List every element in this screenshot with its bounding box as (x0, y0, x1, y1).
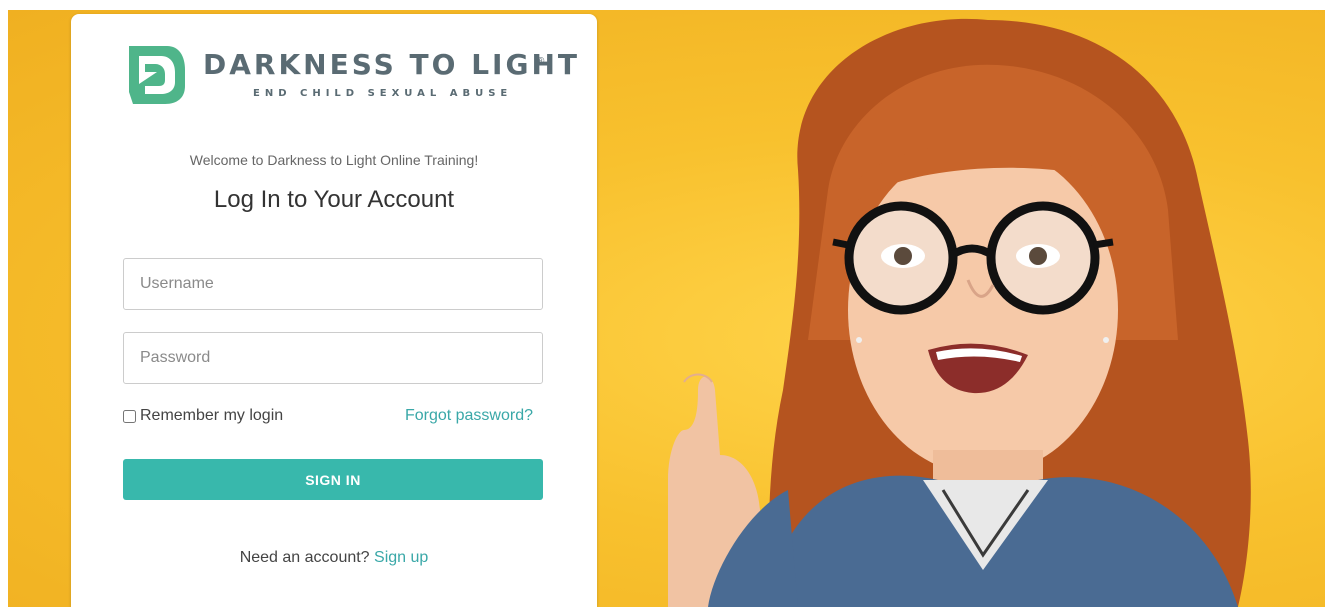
logo-tagline: END CHILD SEXUAL ABUSE (253, 88, 513, 99)
forgot-password-link[interactable]: Forgot password? (405, 407, 533, 425)
darkness-to-light-logo[interactable]: DARKNESS TO LIGHT ® END CHILD SEXUAL ABU… (123, 42, 577, 112)
username-input[interactable] (123, 258, 543, 310)
registered-mark: ® (537, 56, 545, 67)
sign-in-button[interactable]: SIGN IN (123, 459, 543, 500)
password-input[interactable] (123, 332, 543, 384)
d2l-logo-icon (129, 46, 185, 104)
remember-login-label: Remember my login (140, 407, 284, 424)
remember-login-checkbox[interactable] (123, 409, 136, 423)
need-account-text: Need an account? (239, 549, 370, 566)
login-card: DARKNESS TO LIGHT ® END CHILD SEXUAL ABU… (71, 14, 597, 607)
logo-name: DARKNESS TO LIGHT (203, 48, 580, 81)
page-title: Log In to Your Account (213, 186, 455, 213)
welcome-message: Welcome to Darkness to Light Online Trai… (189, 152, 479, 168)
remember-login-option[interactable]: Remember my login (123, 407, 283, 425)
sign-up-link[interactable]: Sign up (374, 549, 428, 566)
signup-prompt: Need an account? Sign up (71, 549, 597, 567)
